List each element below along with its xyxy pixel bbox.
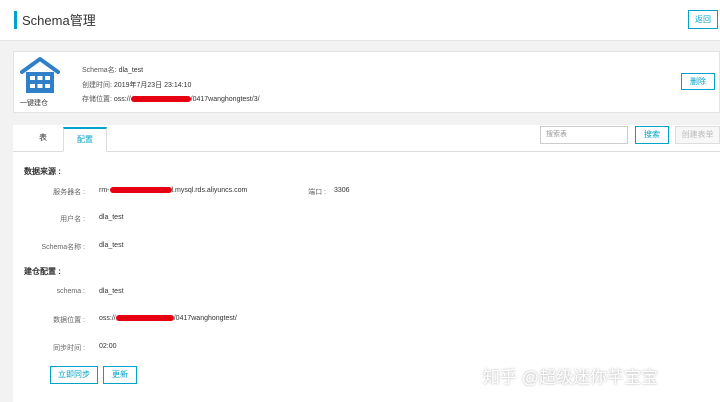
warehouse-icon [20,57,60,93]
data-location-label: 数据位置 : [53,317,85,324]
tab-config[interactable]: 配置 [63,127,107,152]
create-table-button[interactable]: 创建表单 [675,126,720,144]
redaction-mark [109,187,172,194]
storage-location-row: 存储位置: oss:// /0417wanghongtest/3/ [82,94,260,104]
storage-location-prefix: oss:// [113,96,131,103]
data-source-title: 数据来源 : [24,167,61,176]
sync-time-value: 02:00 [99,343,117,350]
redaction-mark [115,315,174,322]
schema-name-label: Schema名称 : [41,244,85,251]
data-location-value: oss:// /0417wanghongtest/ [99,315,237,322]
tabs-divider [13,151,720,152]
storage-location-key: 存储位置: [82,96,112,103]
username-value: dla_test [99,214,124,221]
page-title: Schema管理 [22,13,96,28]
watermark: 知乎 @超级迷你芊宝宝 [483,368,658,387]
data-location-suffix: /0417wanghongtest/ [173,315,237,322]
username-label: 用户名 : [60,216,85,223]
logo-label: 一键建仓 [20,100,48,107]
search-input[interactable]: 搜索表 [540,126,628,144]
server-label: 服务器名 : [53,189,85,196]
build-config-title: 建仓配置 : [24,267,61,276]
title-accent-bar [14,11,17,29]
tab-tables[interactable]: 表 [23,127,63,151]
storage-location-suffix: /0417wanghongtest/3/ [190,96,260,103]
delete-button[interactable]: 删除 [681,73,715,90]
back-button[interactable]: 返回 [688,10,718,29]
created-time-row: 创建时间: 2019年7月23日 23:14:10 [82,80,191,90]
sync-now-button[interactable]: 立即同步 [50,366,98,384]
data-location-prefix: oss:// [99,315,116,322]
port-value: 3306 [334,187,350,194]
schema-name-value: dla_test [118,67,144,74]
config-panel [13,125,720,402]
server-suffix: l.mysql.rds.aliyuncs.com [171,187,248,194]
port-label: 端口 : [308,189,326,196]
sync-time-label: 同步时间 : [53,345,85,352]
redaction-mark [130,96,191,103]
schema-name-row: Schema名: dla_test [82,65,143,75]
search-button[interactable]: 搜索 [635,126,669,144]
top-bar [0,0,720,41]
schema-name-key: Schema名: [82,67,117,74]
created-time-key: 创建时间: [82,82,112,89]
created-time-value: 2019年7月23日 23:14:10 [113,82,192,89]
server-value: rm-l.mysql.rds.aliyuncs.com [99,187,247,194]
schema-name-field-value: dla_test [99,242,124,249]
update-button[interactable]: 更新 [103,366,137,384]
schema-label: schema : [56,288,85,295]
server-prefix: rm- [99,187,110,194]
schema-value: dla_test [99,288,124,295]
